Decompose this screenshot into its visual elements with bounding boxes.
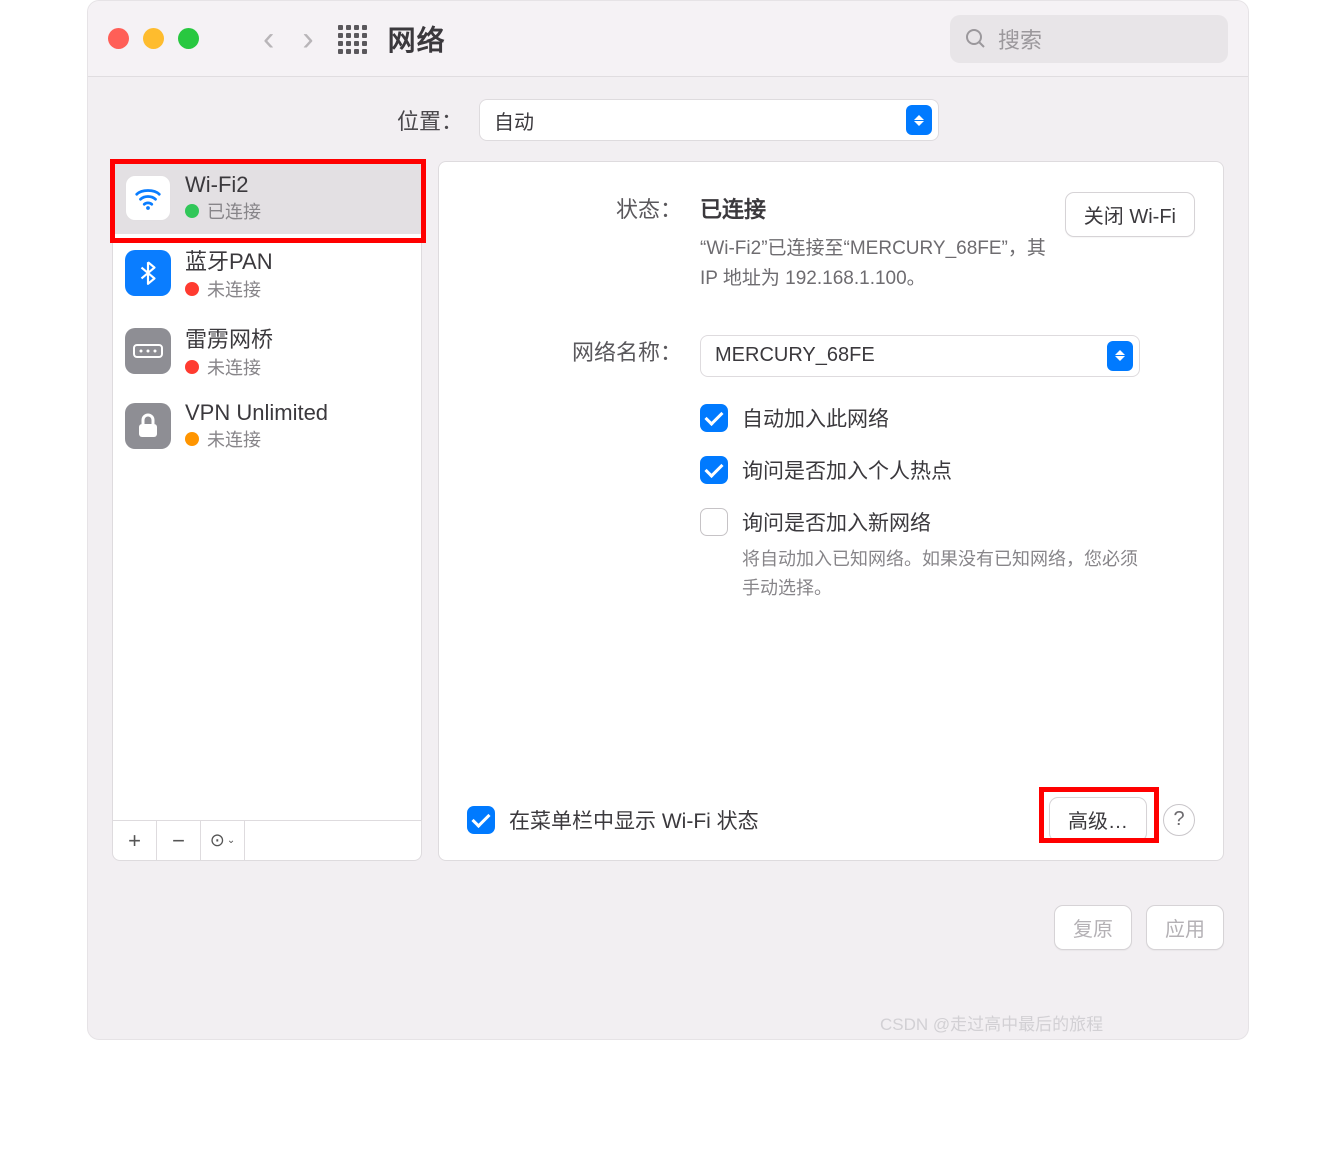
page-title: 网络	[388, 19, 446, 59]
location-dropdown[interactable]: 自动	[479, 99, 939, 141]
network-list: Wi-Fi2 已连接 蓝牙PAN 未连接	[113, 162, 421, 820]
zoom-icon[interactable]	[178, 28, 199, 49]
checkbox-unchecked-icon	[700, 508, 728, 536]
help-button[interactable]: ?	[1163, 804, 1195, 836]
show-all-icon[interactable]	[338, 25, 366, 53]
bridge-icon	[125, 328, 171, 374]
watermark: CSDN @走过高中最后的旅程	[880, 1010, 1103, 1035]
status-dot-icon	[185, 432, 199, 446]
search-input[interactable]: 搜索	[950, 15, 1228, 63]
chevron-up-down-icon	[906, 105, 932, 135]
remove-network-button[interactable]: −	[157, 821, 201, 860]
toolbar: ‹ › 网络 搜索	[88, 1, 1248, 77]
sidebar-item-label: 蓝牙PAN	[185, 244, 273, 276]
status-dot-icon	[185, 360, 199, 374]
sidebar-item-label: 雷雳网桥	[185, 322, 273, 354]
sidebar-item-label: Wi-Fi2	[185, 172, 261, 198]
search-placeholder: 搜索	[998, 23, 1042, 55]
location-label: 位置：	[397, 104, 463, 136]
status-dot-icon	[185, 204, 199, 218]
search-icon	[964, 27, 988, 51]
sidebar-item-thunderbolt-bridge[interactable]: 雷雳网桥 未连接	[113, 312, 421, 390]
ask-new-network-checkbox-row[interactable]: 询问是否加入新网络	[700, 507, 1195, 537]
sidebar-item-bluetooth-pan[interactable]: 蓝牙PAN 未连接	[113, 234, 421, 312]
auto-join-label: 自动加入此网络	[742, 403, 889, 433]
back-button[interactable]: ‹	[249, 22, 288, 56]
footer-actions: 复原 应用	[88, 895, 1248, 950]
location-row: 位置： 自动	[88, 77, 1248, 155]
sidebar-item-vpn[interactable]: VPN Unlimited 未连接	[113, 390, 421, 462]
ask-hotspot-checkbox-row[interactable]: 询问是否加入个人热点	[700, 455, 1195, 485]
traffic-lights	[108, 28, 199, 49]
sidebar: Wi-Fi2 已连接 蓝牙PAN 未连接	[112, 161, 422, 861]
close-icon[interactable]	[108, 28, 129, 49]
auto-join-checkbox-row[interactable]: 自动加入此网络	[700, 403, 1195, 433]
status-dot-icon	[185, 282, 199, 296]
sidebar-footer-spacer	[245, 821, 421, 860]
status-description: “Wi-Fi2”已连接至“MERCURY_68FE”，其 IP 地址为 192.…	[700, 234, 1053, 295]
checkbox-checked-icon	[700, 404, 728, 432]
network-name-value: MERCURY_68FE	[715, 344, 1097, 367]
advanced-button[interactable]: 高级…	[1049, 797, 1147, 842]
checkbox-checked-icon	[700, 456, 728, 484]
status-value: 已连接	[700, 192, 1053, 224]
sidebar-item-wifi[interactable]: Wi-Fi2 已连接	[113, 162, 421, 234]
turn-off-wifi-button[interactable]: 关闭 Wi-Fi	[1065, 192, 1195, 237]
status-label: 状态：	[467, 192, 682, 295]
minimize-icon[interactable]	[143, 28, 164, 49]
lock-icon	[125, 403, 171, 449]
add-network-button[interactable]: +	[113, 821, 157, 860]
network-name-label: 网络名称：	[467, 335, 682, 377]
apply-button: 应用	[1146, 905, 1224, 950]
more-actions-button[interactable]: ⊙⌄	[201, 821, 245, 860]
forward-button: ›	[288, 22, 327, 56]
show-wifi-menubar-checkbox-row[interactable]: 在菜单栏中显示 Wi-Fi 状态	[467, 805, 759, 835]
detail-panel: 状态： 已连接 “Wi-Fi2”已连接至“MERCURY_68FE”，其 IP …	[438, 161, 1224, 861]
show-wifi-menubar-label: 在菜单栏中显示 Wi-Fi 状态	[509, 805, 759, 835]
wifi-icon	[125, 175, 171, 221]
ask-new-network-description: 将自动加入已知网络。如果没有已知网络，您必须手动选择。	[742, 545, 1142, 603]
location-value: 自动	[494, 106, 896, 135]
sidebar-item-label: VPN Unlimited	[185, 400, 328, 426]
revert-button: 复原	[1054, 905, 1132, 950]
sidebar-footer: + − ⊙⌄	[113, 820, 421, 860]
ask-hotspot-label: 询问是否加入个人热点	[742, 455, 952, 485]
checkbox-checked-icon	[467, 806, 495, 834]
chevron-up-down-icon	[1107, 341, 1133, 371]
ask-new-network-label: 询问是否加入新网络	[742, 507, 931, 537]
bluetooth-icon	[125, 250, 171, 296]
network-name-dropdown[interactable]: MERCURY_68FE	[700, 335, 1140, 377]
network-preferences-window: ‹ › 网络 搜索 位置： 自动	[87, 0, 1249, 1040]
